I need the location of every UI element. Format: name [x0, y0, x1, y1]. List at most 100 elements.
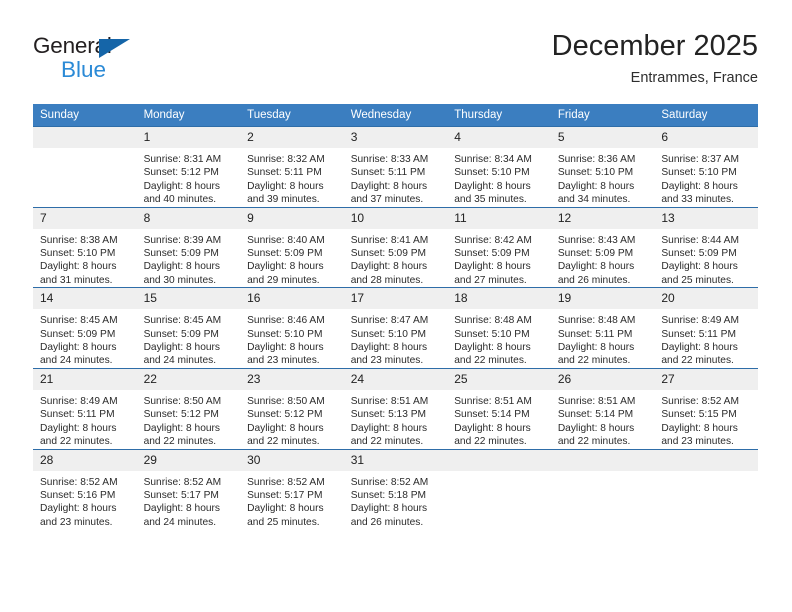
day-details: Sunrise: 8:51 AM Sunset: 5:14 PM Daylight:… — [447, 390, 551, 449]
sunrise-time: Sunrise: 8:31 AM — [143, 154, 222, 165]
day-details: Sunrise: 8:49 AM Sunset: 5:11 PM Daylight:… — [33, 390, 137, 449]
calendar-day-cell[interactable]: 4 Sunrise: 8:34 AM Sunset: 5:10 PM Daylight… — [447, 126, 551, 208]
daylight-duration-line2: and 40 minutes. — [143, 194, 217, 206]
sunset-time: Sunset: 5:09 PM — [454, 248, 530, 260]
daylight-duration-line2: and 23 minutes. — [247, 355, 320, 367]
calendar-day-cell[interactable]: 17 Sunrise: 8:47 AM Sunset: 5:10 PM Dayligh… — [343, 287, 448, 369]
sunrise-time: Sunrise: 8:51 AM — [557, 395, 636, 407]
weekday-header-row: Sunday Monday Tuesday Wednesday Thursday Frid… — [33, 104, 758, 127]
day-number: 10 — [343, 207, 448, 229]
sunset-time: Sunset: 5:09 PM — [557, 248, 634, 260]
sunset-time: Sunset: 5:12 PM — [143, 409, 219, 421]
location-subtitle: Entrammes, France — [630, 70, 758, 86]
day-number: 27 — [654, 368, 758, 390]
calendar-day-cell[interactable]: 22 Sunrise: 8:50 AM Sunset: 5:12 PM Dayligh… — [136, 367, 241, 449]
calendar-day-cell[interactable]: 27 Sunrise: 8:52 AM Sunset: 5:15 PM Dayligh… — [654, 367, 758, 449]
sunset-time: Sunset: 5:16 PM — [40, 489, 116, 501]
calendar-day-cell[interactable]: 19 Sunrise: 8:48 AM Sunset: 5:11 PM Dayligh… — [550, 287, 655, 369]
daylight-duration-line1: Daylight: 8 hours — [350, 261, 428, 273]
daylight-duration-line1: Daylight: 8 hours — [143, 422, 221, 434]
logo-text-blue: Blue — [61, 57, 107, 82]
daylight-duration-line1: Daylight: 8 hours — [143, 503, 221, 515]
daylight-duration-line2: and 22 minutes. — [454, 436, 527, 448]
day-number: 29 — [136, 449, 241, 471]
day-number: 14 — [33, 288, 137, 310]
sunrise-time: Sunrise: 8:48 AM — [557, 315, 636, 327]
day-number: 17 — [343, 288, 448, 310]
sunrise-time: Sunrise: 8:33 AM — [350, 154, 429, 165]
day-details: Sunrise: 8:50 AM Sunset: 5:12 PM Daylight:… — [240, 390, 344, 449]
day-number — [654, 449, 758, 471]
calendar-day-cell[interactable]: 30 Sunrise: 8:52 AM Sunset: 5:17 PM Dayligh… — [240, 448, 344, 530]
calendar-day-cell[interactable]: 10 Sunrise: 8:41 AM Sunset: 5:09 PM Dayligh… — [343, 206, 448, 288]
calendar-day-cell[interactable]: 11 Sunrise: 8:42 AM Sunset: 5:09 PM Dayligh… — [447, 206, 551, 288]
day-details: Sunrise: 8:48 AM Sunset: 5:10 PM Daylight:… — [447, 309, 551, 368]
sunset-time: Sunset: 5:14 PM — [454, 409, 530, 421]
day-number: 2 — [240, 127, 344, 148]
sunrise-time: Sunrise: 8:52 AM — [247, 476, 325, 488]
day-details: Sunrise: 8:43 AM Sunset: 5:09 PM Daylight:… — [551, 229, 655, 288]
day-number: 21 — [33, 368, 137, 390]
calendar-day-cell[interactable]: 15 Sunrise: 8:45 AM Sunset: 5:09 PM Dayligh… — [136, 287, 241, 369]
sunset-time: Sunset: 5:11 PM — [247, 167, 322, 179]
calendar-day-cell[interactable]: 31 Sunrise: 8:52 AM Sunset: 5:18 PM Dayligh… — [343, 448, 448, 530]
day-cell-inner: 23 Sunrise: 8:50 AM Sunset: 5:12 PM Dayligh… — [240, 368, 344, 449]
sunset-time: Sunset: 5:09 PM — [661, 248, 737, 260]
day-details: Sunrise: 8:45 AM Sunset: 5:09 PM Daylight:… — [137, 309, 241, 368]
calendar-day-cell[interactable]: 13 Sunrise: 8:44 AM Sunset: 5:09 PM Dayligh… — [654, 206, 758, 288]
calendar-day-cell[interactable]: 9 Sunrise: 8:40 AM Sunset: 5:09 PM Daylight… — [240, 206, 344, 288]
day-cell-inner: 6 Sunrise: 8:37 AM Sunset: 5:10 PM Daylight… — [654, 127, 758, 207]
calendar-day-cell[interactable]: 14 Sunrise: 8:45 AM Sunset: 5:09 PM Dayligh… — [33, 287, 137, 369]
sunrise-time: Sunrise: 8:36 AM — [557, 154, 636, 165]
daylight-duration-line1: Daylight: 8 hours — [454, 422, 531, 434]
day-cell-inner: 25 Sunrise: 8:51 AM Sunset: 5:14 PM Dayligh… — [447, 368, 551, 449]
calendar-day-cell[interactable]: 23 Sunrise: 8:50 AM Sunset: 5:12 PM Dayligh… — [240, 367, 344, 449]
calendar-day-cell[interactable]: 5 Sunrise: 8:36 AM Sunset: 5:10 PM Daylight… — [550, 126, 655, 208]
calendar-week-row: 21 Sunrise: 8:49 AM Sunset: 5:11 PM Dayligh… — [33, 367, 758, 449]
day-number: 30 — [240, 449, 344, 471]
daylight-duration-line2: and 33 minutes. — [661, 194, 734, 206]
sunrise-time: Sunrise: 8:39 AM — [143, 234, 222, 246]
calendar-day-cell[interactable]: 26 Sunrise: 8:51 AM Sunset: 5:14 PM Dayligh… — [550, 367, 655, 449]
calendar-day-cell[interactable]: 3 Sunrise: 8:33 AM Sunset: 5:11 PM Daylight… — [343, 126, 448, 208]
calendar-day-cell[interactable]: 25 Sunrise: 8:51 AM Sunset: 5:14 PM Dayligh… — [447, 367, 551, 449]
calendar-day-cell[interactable]: 21 Sunrise: 8:49 AM Sunset: 5:11 PM Dayligh… — [33, 367, 137, 449]
calendar-day-cell[interactable]: 29 Sunrise: 8:52 AM Sunset: 5:17 PM Dayligh… — [136, 448, 241, 530]
day-cell-inner: 12 Sunrise: 8:43 AM Sunset: 5:09 PM Dayligh… — [550, 207, 655, 288]
calendar-day-cell[interactable]: 24 Sunrise: 8:51 AM Sunset: 5:13 PM Dayligh… — [343, 367, 448, 449]
weekday-header-wednesday: Wednesday — [343, 104, 448, 127]
daylight-duration-line1: Daylight: 8 hours — [557, 261, 635, 273]
daylight-duration-line1: Daylight: 8 hours — [40, 261, 117, 273]
title-block: December 2025 Entrammes, France — [552, 28, 758, 89]
day-cell-inner: 17 Sunrise: 8:47 AM Sunset: 5:10 PM Dayligh… — [343, 288, 448, 368]
page-header: General Blue December 2025 Entrammes, Fr… — [33, 28, 758, 96]
day-details: Sunrise: 8:41 AM Sunset: 5:09 PM Daylight:… — [344, 229, 448, 288]
calendar-day-cell[interactable]: 6 Sunrise: 8:37 AM Sunset: 5:10 PM Daylight… — [654, 126, 758, 208]
calendar-day-cell[interactable]: 20 Sunrise: 8:49 AM Sunset: 5:11 PM Dayligh… — [654, 287, 758, 369]
calendar-day-cell[interactable]: 2 Sunrise: 8:32 AM Sunset: 5:11 PM Daylight… — [240, 126, 344, 208]
calendar-day-cell[interactable]: 18 Sunrise: 8:48 AM Sunset: 5:10 PM Dayligh… — [447, 287, 551, 369]
logo-triangle-icon — [99, 39, 130, 58]
day-cell-inner: 22 Sunrise: 8:50 AM Sunset: 5:12 PM Dayligh… — [136, 368, 241, 449]
weekday-header-monday: Monday — [136, 104, 241, 127]
general-blue-logo[interactable]: General Blue — [33, 33, 233, 91]
sunrise-time: Sunrise: 8:49 AM — [40, 395, 118, 407]
sunset-time: Sunset: 5:09 PM — [350, 248, 427, 260]
daylight-duration-line1: Daylight: 8 hours — [350, 503, 428, 515]
day-number: 24 — [343, 368, 448, 390]
day-details: Sunrise: 8:44 AM Sunset: 5:09 PM Daylight:… — [654, 229, 758, 288]
day-number: 6 — [654, 127, 758, 148]
daylight-duration-line2: and 22 minutes. — [143, 436, 217, 448]
calendar-day-cell[interactable]: 1 Sunrise: 8:31 AM Sunset: 5:12 PM Daylight… — [136, 126, 241, 208]
daylight-duration-line1: Daylight: 8 hours — [557, 422, 635, 434]
calendar-day-cell[interactable]: 12 Sunrise: 8:43 AM Sunset: 5:09 PM Dayligh… — [550, 206, 655, 288]
calendar-day-cell[interactable]: 8 Sunrise: 8:39 AM Sunset: 5:09 PM Daylight… — [136, 206, 241, 288]
calendar-day-cell[interactable]: 16 Sunrise: 8:46 AM Sunset: 5:10 PM Dayligh… — [240, 287, 344, 369]
calendar-day-cell[interactable]: 7 Sunrise: 8:38 AM Sunset: 5:10 PM Daylight… — [33, 206, 137, 288]
day-details: Sunrise: 8:52 AM Sunset: 5:15 PM Daylight:… — [654, 390, 758, 449]
daylight-duration-line2: and 22 minutes. — [661, 355, 734, 367]
sunset-time: Sunset: 5:12 PM — [143, 167, 219, 179]
calendar-day-cell[interactable]: 28 Sunrise: 8:52 AM Sunset: 5:16 PM Dayligh… — [33, 448, 137, 530]
calendar-week-row: 14 Sunrise: 8:45 AM Sunset: 5:09 PM Dayligh… — [33, 287, 758, 369]
sunrise-time: Sunrise: 8:52 AM — [40, 476, 118, 488]
